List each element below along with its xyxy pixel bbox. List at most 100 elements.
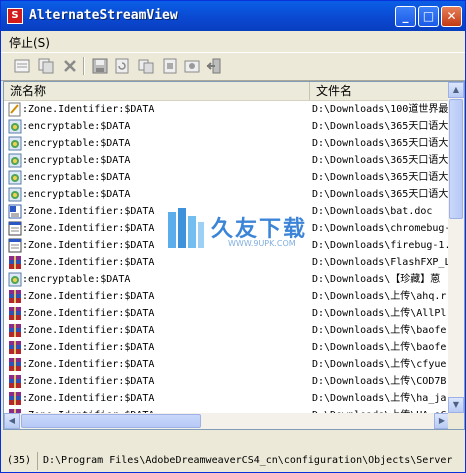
window-icon xyxy=(8,221,22,236)
table-row[interactable]: :encryptable:$DATA D:\Downloads\365天口语大 xyxy=(4,135,450,152)
copy-table-icon[interactable] xyxy=(137,57,155,75)
file-name-cell: D:\Downloads\上传\COD7B xyxy=(312,376,447,387)
app-icon[interactable]: S xyxy=(7,8,23,24)
stream-name-cell: :Zone.Identifier:$DATA xyxy=(22,104,155,115)
app-icon xyxy=(8,187,22,202)
stream-name-cell: :encryptable:$DATA xyxy=(22,138,131,149)
file-name-cell: D:\Downloads\firebug-1. xyxy=(312,240,450,251)
table-row[interactable]: :Zone.Identifier:$DATA D:\Downloads\上传\ba… xyxy=(4,339,450,356)
file-name-cell: D:\Downloads\365天口语大 xyxy=(312,121,449,132)
html-report-icon[interactable] xyxy=(161,57,179,75)
save-icon[interactable] xyxy=(91,57,109,75)
stream-name-cell: :Zone.Identifier:$DATA xyxy=(22,291,155,302)
horizontal-scrollbar[interactable]: ◀ ▶ xyxy=(4,413,450,429)
file-name-cell: D:\Downloads\bat.doc xyxy=(312,206,433,217)
stream-name-cell: :Zone.Identifier:$DATA xyxy=(22,206,155,217)
file-name-cell: D:\Downloads\上传\cfyue xyxy=(312,359,447,370)
file-name-cell: D:\Downloads\上传\AllPl xyxy=(312,308,447,319)
refresh-icon[interactable] xyxy=(113,57,131,75)
menu-stop[interactable]: 停止(S) xyxy=(9,34,50,51)
item-count: (35) xyxy=(7,452,39,470)
archive-icon xyxy=(8,374,22,389)
app-window: S AlternateStreamView _ □ ✕ 停止(S) 流名称 文件… xyxy=(0,0,466,473)
exit-icon[interactable] xyxy=(205,57,223,75)
column-header-file-name[interactable]: 文件名 xyxy=(310,82,450,100)
title-bar[interactable]: S AlternateStreamView _ □ ✕ xyxy=(1,1,465,31)
horizontal-scroll-thumb[interactable] xyxy=(21,414,201,428)
archive-icon xyxy=(8,391,22,406)
scroll-corner xyxy=(448,413,464,429)
menu-bar: 停止(S) xyxy=(1,31,465,51)
delete-icon[interactable] xyxy=(61,57,79,75)
window-icon xyxy=(8,238,22,253)
table-row[interactable]: :Zone.Identifier:$DATA D:\Downloads\上传\CO… xyxy=(4,373,450,390)
archive-icon xyxy=(8,306,22,321)
table-row[interactable]: :encryptable:$DATA D:\Downloads\365天口语大 xyxy=(4,186,450,203)
file-name-cell: D:\Downloads\365天口语大 xyxy=(312,189,449,200)
archive-icon xyxy=(8,340,22,355)
stream-name-cell: :encryptable:$DATA xyxy=(22,189,131,200)
table-row[interactable]: :Zone.Identifier:$DATA D:\Downloads\上传\cf… xyxy=(4,356,450,373)
archive-icon xyxy=(8,289,22,304)
stream-list[interactable]: 流名称 文件名 :Zone.Identifier:$DATA D:\Downloa… xyxy=(3,81,465,430)
stream-name-cell: :Zone.Identifier:$DATA xyxy=(22,342,155,353)
file-name-cell: D:\Downloads\365天口语大 xyxy=(312,172,449,183)
stream-name-cell: :Zone.Identifier:$DATA xyxy=(22,257,155,268)
table-row[interactable]: :encryptable:$DATA D:\Downloads\365天口语大 xyxy=(4,152,450,169)
stream-name-cell: :Zone.Identifier:$DATA xyxy=(22,376,155,387)
vertical-scrollbar[interactable]: ▲ ▼ xyxy=(448,82,464,413)
table-row[interactable]: :encryptable:$DATA D:\Downloads\365天口语大 xyxy=(4,169,450,186)
file-name-cell: D:\Downloads\chromebug- xyxy=(312,223,450,234)
scroll-down-button[interactable]: ▼ xyxy=(448,397,464,413)
file-name-cell: D:\Downloads\上传\ahq.r xyxy=(312,291,447,302)
table-row[interactable]: :Zone.Identifier:$DATA D:\Downloads\fireb… xyxy=(4,237,450,254)
table-row[interactable]: :Zone.Identifier:$DATA D:\Downloads\上传\ah… xyxy=(4,288,450,305)
stream-name-cell: :Zone.Identifier:$DATA xyxy=(22,393,155,404)
stream-name-cell: :Zone.Identifier:$DATA xyxy=(22,359,155,370)
stream-name-cell: :Zone.Identifier:$DATA xyxy=(22,308,155,319)
file-name-cell: D:\Downloads\上传\baofe xyxy=(312,325,447,336)
properties-icon[interactable] xyxy=(13,57,31,75)
app-icon xyxy=(8,136,22,151)
about-icon[interactable] xyxy=(183,57,201,75)
table-row[interactable]: :Zone.Identifier:$DATA D:\Downloads\上传\ha… xyxy=(4,390,450,407)
table-row[interactable]: :encryptable:$DATA D:\Downloads\365天口语大 xyxy=(4,118,450,135)
file-name-cell: D:\Downloads\FlashFXP_L xyxy=(312,257,450,268)
list-header: 流名称 文件名 xyxy=(4,82,450,101)
app-icon xyxy=(8,170,22,185)
scroll-left-button[interactable]: ◀ xyxy=(4,413,20,429)
copy-icon[interactable] xyxy=(37,57,55,75)
file-name-cell: D:\Downloads\上传\ha_ja xyxy=(312,393,447,404)
stream-name-cell: :Zone.Identifier:$DATA xyxy=(22,325,155,336)
table-row[interactable]: :Zone.Identifier:$DATA D:\Downloads\上传\ba… xyxy=(4,322,450,339)
window-title: AlternateStreamView xyxy=(29,8,178,23)
table-row[interactable]: :Zone.Identifier:$DATA D:\Downloads\100道世… xyxy=(4,101,450,118)
table-row[interactable]: :Zone.Identifier:$DATA D:\Downloads\chrom… xyxy=(4,220,450,237)
status-path: D:\Program Files\AdobeDreamweaverCS4_cn\… xyxy=(43,455,453,466)
close-button[interactable]: ✕ xyxy=(441,6,462,27)
file-name-cell: D:\Downloads\【珍藏】蒽 xyxy=(312,274,441,285)
text-icon xyxy=(8,102,22,117)
app-icon xyxy=(8,153,22,168)
maximize-button[interactable]: □ xyxy=(418,6,439,27)
stream-name-cell: :encryptable:$DATA xyxy=(22,121,131,132)
doc-icon xyxy=(8,204,22,219)
list-rows: :Zone.Identifier:$DATA D:\Downloads\100道世… xyxy=(4,101,450,424)
scroll-up-button[interactable]: ▲ xyxy=(448,82,464,98)
stream-name-cell: :encryptable:$DATA xyxy=(22,172,131,183)
minimize-button[interactable]: _ xyxy=(395,6,416,27)
archive-icon xyxy=(8,323,22,338)
file-name-cell: D:\Downloads\上传\baofe xyxy=(312,342,447,353)
vertical-scroll-thumb[interactable] xyxy=(449,99,463,219)
status-bar: (35) D:\Program Files\AdobeDreamweaverCS… xyxy=(3,452,463,470)
table-row[interactable]: :encryptable:$DATA D:\Downloads\【珍藏】蒽 xyxy=(4,271,450,288)
stream-name-cell: :encryptable:$DATA xyxy=(22,274,131,285)
toolbar-separator xyxy=(83,57,85,75)
table-row[interactable]: :Zone.Identifier:$DATA D:\Downloads\Flash… xyxy=(4,254,450,271)
table-row[interactable]: :Zone.Identifier:$DATA D:\Downloads\上传\Al… xyxy=(4,305,450,322)
column-header-stream-name[interactable]: 流名称 xyxy=(4,82,310,100)
archive-icon xyxy=(8,357,22,372)
toolbar xyxy=(1,52,465,81)
table-row[interactable]: :Zone.Identifier:$DATA D:\Downloads\bat.d… xyxy=(4,203,450,220)
file-name-cell: D:\Downloads\100道世界最 xyxy=(312,104,449,115)
